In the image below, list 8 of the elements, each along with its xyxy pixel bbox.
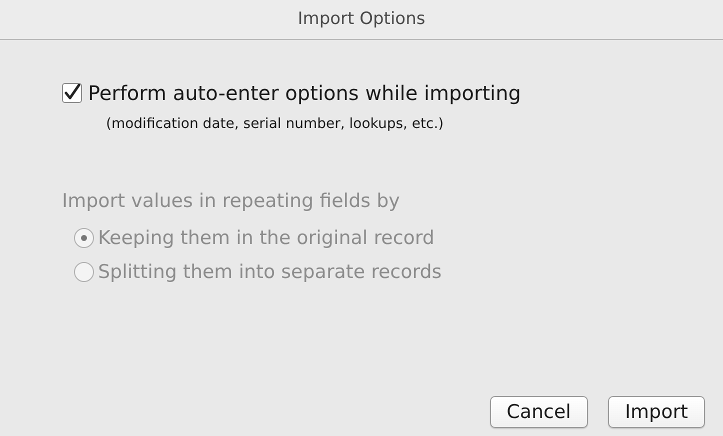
auto-enter-note: (modification date, serial number, lookups, etc.) bbox=[106, 115, 445, 134]
window-title: Import Options bbox=[298, 8, 426, 31]
import-button[interactable]: Import bbox=[608, 396, 705, 428]
cancel-button[interactable]: Cancel bbox=[490, 396, 588, 428]
repeating-label: Import values in repeating fields by bbox=[62, 189, 401, 214]
checkmark-icon bbox=[63, 84, 81, 102]
auto-enter-label[interactable]: Perform auto-enter options while importing bbox=[88, 78, 521, 108]
auto-enter-checkbox[interactable] bbox=[62, 83, 82, 103]
